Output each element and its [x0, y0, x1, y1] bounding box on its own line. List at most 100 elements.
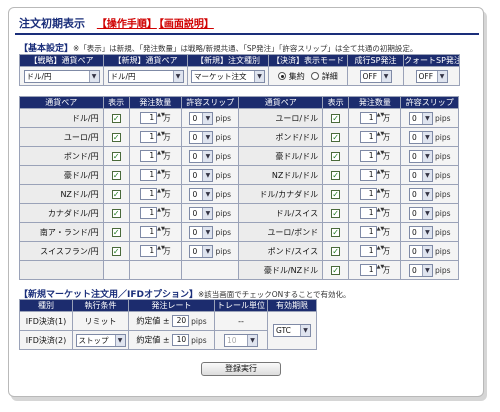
- mode-detail-radio[interactable]: [311, 72, 320, 80]
- qty-unit: 万: [382, 170, 391, 180]
- ifd-header: 執行条件: [72, 299, 129, 312]
- qty-input[interactable]: 1: [140, 207, 158, 219]
- slip-select[interactable]: 0 ▼: [408, 130, 433, 144]
- show-checkbox[interactable]: ✓: [331, 265, 341, 275]
- order-type-select[interactable]: マーケット注文 ▼: [191, 69, 265, 83]
- show-checkbox[interactable]: ✓: [331, 189, 341, 199]
- qty-input[interactable]: 1: [359, 264, 377, 276]
- slip-select[interactable]: 0 ▼: [408, 187, 433, 201]
- new-pair-cell: ドル/円 ▼: [103, 66, 188, 86]
- ifd-note: ※該当画面でチェックONすることで有効化。: [197, 290, 351, 299]
- slip-select[interactable]: 0 ▼: [408, 244, 433, 258]
- new-pair-select[interactable]: ドル/円 ▼: [107, 69, 184, 83]
- chevron-down-icon: ▼: [202, 188, 213, 200]
- pair-qty-cell: 1 ▲▼万: [348, 184, 402, 204]
- show-checkbox[interactable]: ✓: [111, 132, 121, 142]
- slip-select[interactable]: 0 ▼: [189, 149, 214, 163]
- ifd-cond-select[interactable]: ストップ ▼: [75, 333, 126, 347]
- slip-select[interactable]: 0 ▼: [189, 130, 214, 144]
- slip-select[interactable]: 0 ▼: [408, 263, 433, 277]
- ifd-trail-select[interactable]: 10 ▼: [224, 333, 258, 347]
- show-checkbox[interactable]: ✓: [331, 170, 341, 180]
- slip-select[interactable]: 0 ▼: [189, 206, 214, 220]
- chevron-down-icon: ▼: [172, 70, 183, 82]
- slip-select[interactable]: 0 ▼: [408, 168, 433, 182]
- qty-input[interactable]: 1: [140, 245, 158, 257]
- slip-value: 0: [411, 189, 417, 199]
- qty-input[interactable]: 1: [359, 245, 377, 257]
- show-checkbox[interactable]: ✓: [111, 246, 121, 256]
- qty-input[interactable]: 1: [359, 188, 377, 200]
- qty-input[interactable]: 1: [359, 131, 377, 143]
- pair-qty-cell: 1 ▲▼万: [128, 108, 182, 128]
- chevron-down-icon: ▼: [421, 150, 432, 162]
- ifd-rate-input[interactable]: 10: [172, 334, 190, 346]
- qty-input[interactable]: 1: [140, 131, 158, 143]
- quote-sp-select[interactable]: OFF ▼: [415, 69, 448, 83]
- ifd-rate-pips: pips: [191, 316, 207, 326]
- show-checkbox[interactable]: ✓: [331, 113, 341, 123]
- slip-value: 0: [411, 151, 417, 161]
- slip-select[interactable]: 0 ▼: [189, 168, 214, 182]
- pair-name-cell: ポンド/スイス: [238, 241, 324, 261]
- show-checkbox[interactable]: ✓: [111, 189, 121, 199]
- ifd-rate-cell: 約定値 ± 10 pips: [128, 330, 215, 350]
- procedure-link[interactable]: 【操作手順】: [97, 19, 157, 30]
- slip-select[interactable]: 0 ▼: [408, 111, 433, 125]
- order-type-cell: マーケット注文 ▼: [187, 66, 269, 86]
- slip-pips: pips: [434, 151, 451, 161]
- chevron-down-icon: ▼: [421, 245, 432, 257]
- show-checkbox[interactable]: ✓: [331, 151, 341, 161]
- ifd-expiry-select[interactable]: GTC ▼: [273, 324, 311, 337]
- pair-show-cell: ✓: [322, 241, 350, 261]
- ifd-trail-cell: 10 ▼: [214, 330, 268, 350]
- strategy-pair-select[interactable]: ドル/円 ▼: [23, 69, 100, 83]
- slip-pips: pips: [434, 113, 451, 123]
- show-checkbox[interactable]: ✓: [111, 151, 121, 161]
- show-checkbox[interactable]: ✓: [331, 132, 341, 142]
- submit-button[interactable]: 登録実行: [201, 362, 281, 376]
- pair-slip-cell: 0 ▼ pips: [400, 222, 459, 242]
- qty-input[interactable]: 1: [359, 169, 377, 181]
- qty-input[interactable]: 1: [140, 112, 158, 124]
- slip-select[interactable]: 0 ▼: [189, 187, 214, 201]
- qty-input[interactable]: 1: [140, 188, 158, 200]
- qty-unit: 万: [382, 113, 391, 123]
- show-checkbox[interactable]: ✓: [331, 246, 341, 256]
- slip-value: 0: [192, 170, 198, 180]
- chevron-down-icon: ▼: [202, 207, 213, 219]
- show-checkbox[interactable]: ✓: [111, 170, 121, 180]
- qty-input[interactable]: 1: [359, 150, 377, 162]
- slip-select[interactable]: 0 ▼: [408, 225, 433, 239]
- market-sp-select[interactable]: OFF ▼: [359, 69, 392, 83]
- slip-select[interactable]: 0 ▼: [408, 149, 433, 163]
- show-checkbox[interactable]: ✓: [111, 208, 121, 218]
- table-row: 豪ドル/円 ✓ 1 ▲▼万 0 ▼ pips NZドル/ドル ✓ 1 ▲▼万 0 ▼ pips: [19, 165, 459, 185]
- ifd-rate-label: 約定値 ±: [136, 316, 170, 326]
- qty-unit: 万: [163, 208, 171, 218]
- show-checkbox[interactable]: ✓: [331, 208, 341, 218]
- slip-select[interactable]: 0 ▼: [189, 244, 214, 258]
- show-checkbox[interactable]: ✓: [111, 113, 121, 123]
- show-checkbox[interactable]: ✓: [111, 227, 121, 237]
- slip-select[interactable]: 0 ▼: [189, 111, 214, 125]
- qty-input[interactable]: 1: [359, 112, 377, 124]
- qty-input[interactable]: 1: [359, 226, 377, 238]
- qty-input[interactable]: 1: [140, 169, 158, 181]
- mode-summary-radio[interactable]: [278, 72, 287, 80]
- slip-select[interactable]: 0 ▼: [408, 206, 433, 220]
- qty-unit: 万: [163, 189, 171, 199]
- pair-name-cell: ユーロ/ドル: [238, 108, 324, 128]
- qty-unit: 万: [163, 113, 171, 123]
- pair-show-cell: ✓: [102, 165, 130, 185]
- slip-select[interactable]: 0 ▼: [189, 225, 214, 239]
- ifd-rate-input[interactable]: 20: [172, 315, 190, 327]
- qty-input[interactable]: 1: [140, 150, 158, 162]
- pair-qty-cell: 1 ▲▼万: [348, 241, 402, 261]
- qty-input[interactable]: 1: [140, 226, 158, 238]
- show-checkbox[interactable]: ✓: [331, 227, 341, 237]
- ifd-header: 種別: [19, 299, 73, 312]
- screen-help-link[interactable]: 【画面説明】: [159, 19, 214, 30]
- qty-input[interactable]: 1: [359, 207, 377, 219]
- pair-slip-cell: 0 ▼ pips: [400, 241, 459, 261]
